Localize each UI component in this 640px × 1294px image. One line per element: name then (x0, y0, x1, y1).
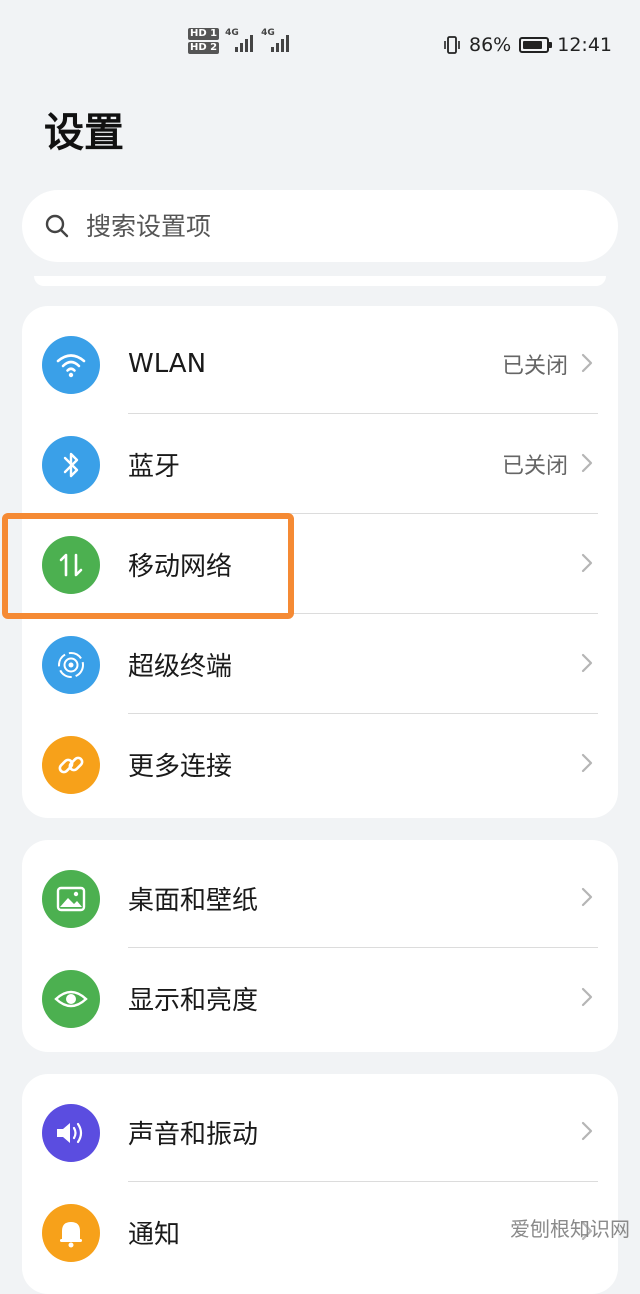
sound-label: 声音和振动 (128, 1119, 259, 1150)
settings-item-super-device[interactable]: 超级终端 (22, 614, 618, 714)
battery-fill (523, 41, 543, 49)
sim1-hd-badge: HD 1 (188, 28, 220, 40)
search-icon (45, 214, 69, 238)
chevron-right-icon (581, 987, 593, 1007)
bluetooth-status: 已关闭 (501, 454, 568, 479)
status-right: 86% 12:41 (443, 34, 612, 56)
mobile-data-icon (42, 536, 100, 594)
sim2-network-label: 4G (261, 28, 275, 38)
wifi-icon (42, 336, 100, 394)
battery-icon (519, 37, 553, 53)
speaker-icon (42, 1104, 100, 1162)
super-device-label: 超级终端 (128, 651, 233, 682)
hd-badges: HD 1 HD 2 (188, 28, 220, 54)
page-title: 设置 (44, 110, 124, 156)
clock: 12:41 (557, 34, 612, 56)
sim1-network-label: 4G (225, 28, 239, 38)
settings-item-mobile-network[interactable]: 移动网络 (22, 514, 618, 614)
chevron-right-icon (581, 353, 593, 373)
settings-item-more-connections[interactable]: 更多连接 (22, 714, 618, 814)
wlan-status: 已关闭 (501, 354, 568, 379)
watermark: 爱刨根知识网 (510, 1217, 630, 1241)
chevron-right-icon (581, 753, 593, 773)
settings-item-bluetooth[interactable]: 蓝牙 已关闭 (22, 414, 618, 514)
sim-status: HD 1 HD 2 4G 4G (188, 28, 291, 54)
settings-item-display[interactable]: 显示和亮度 (22, 948, 618, 1048)
mobile-network-label: 移动网络 (128, 551, 233, 582)
sim2-hd-badge: HD 2 (188, 42, 220, 54)
super-device-icon (42, 636, 100, 694)
settings-item-wlan[interactable]: WLAN 已关闭 (22, 314, 618, 414)
status-bar: HD 1 HD 2 4G 4G 86% 12:41 (0, 0, 640, 92)
chevron-right-icon (581, 1121, 593, 1141)
display-label: 显示和亮度 (128, 985, 259, 1016)
chevron-right-icon (581, 553, 593, 573)
link-icon (42, 736, 100, 794)
collapsed-card-edge (34, 276, 606, 286)
search-box[interactable] (22, 190, 618, 262)
chevron-right-icon (581, 453, 593, 473)
wallpaper-label: 桌面和壁纸 (128, 885, 259, 916)
wallpaper-icon (42, 870, 100, 928)
notifications-label: 通知 (128, 1219, 181, 1250)
sim2-signal-icon: 4G (261, 28, 291, 52)
bluetooth-label: 蓝牙 (128, 451, 181, 482)
vibrate-icon (444, 36, 460, 54)
eye-icon (42, 970, 100, 1028)
sim1-signal-icon: 4G (225, 28, 255, 52)
bluetooth-icon (42, 436, 100, 494)
sound-group: 声音和振动 通知 (22, 1074, 618, 1294)
chevron-right-icon (581, 653, 593, 673)
settings-item-sound[interactable]: 声音和振动 (22, 1082, 618, 1182)
more-connections-label: 更多连接 (128, 751, 233, 782)
connectivity-group: WLAN 已关闭 蓝牙 已关闭 移动网络 超级终端 更多连接 (22, 306, 618, 818)
bell-icon (42, 1204, 100, 1262)
search-input[interactable] (84, 210, 568, 242)
settings-item-wallpaper[interactable]: 桌面和壁纸 (22, 848, 618, 948)
display-group: 桌面和壁纸 显示和亮度 (22, 840, 618, 1052)
wlan-label: WLAN (128, 349, 207, 379)
battery-percent: 86% (469, 34, 512, 56)
chevron-right-icon (581, 887, 593, 907)
